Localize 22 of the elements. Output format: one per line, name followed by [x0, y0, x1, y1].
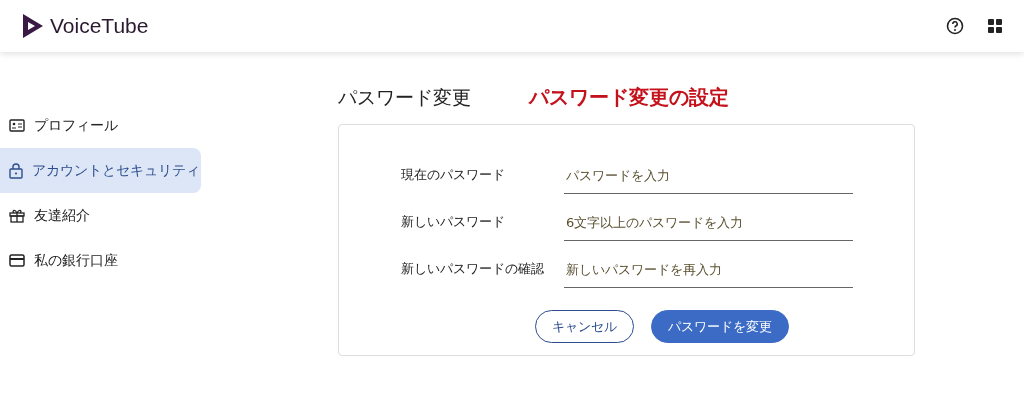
field-label: 新しいパスワード [401, 213, 506, 231]
sidebar-item[interactable]: アカウントとセキュリティ [0, 148, 201, 193]
logo-icon [22, 13, 44, 39]
gift-icon [9, 208, 25, 223]
change-password-button[interactable]: パスワードを変更 [651, 310, 789, 343]
id-card-icon [9, 119, 25, 132]
field-label: 新しいパスワードの確認 [401, 260, 545, 278]
password-field[interactable]: パスワードを入力 [564, 168, 853, 194]
logo-text: VoiceTube [50, 14, 149, 38]
apps-grid-icon[interactable] [988, 19, 1002, 33]
lock-icon [9, 162, 23, 179]
card-icon [9, 254, 25, 267]
password-field[interactable]: 新しいパスワードを再入力 [564, 262, 853, 288]
field-label: 現在のパスワード [401, 166, 506, 184]
cancel-button[interactable]: キャンセル [535, 310, 634, 343]
password-field[interactable]: 6文字以上のパスワードを入力 [564, 215, 853, 241]
page-title: パスワード変更 [338, 85, 471, 110]
sidebar-item[interactable]: 私の銀行口座 [0, 238, 201, 283]
sidebar-item[interactable]: プロフィール [0, 103, 201, 148]
annotation-text: パスワード変更の設定 [529, 84, 729, 111]
sidebar-item[interactable]: 友達紹介 [0, 193, 201, 238]
help-icon[interactable] [946, 17, 964, 35]
